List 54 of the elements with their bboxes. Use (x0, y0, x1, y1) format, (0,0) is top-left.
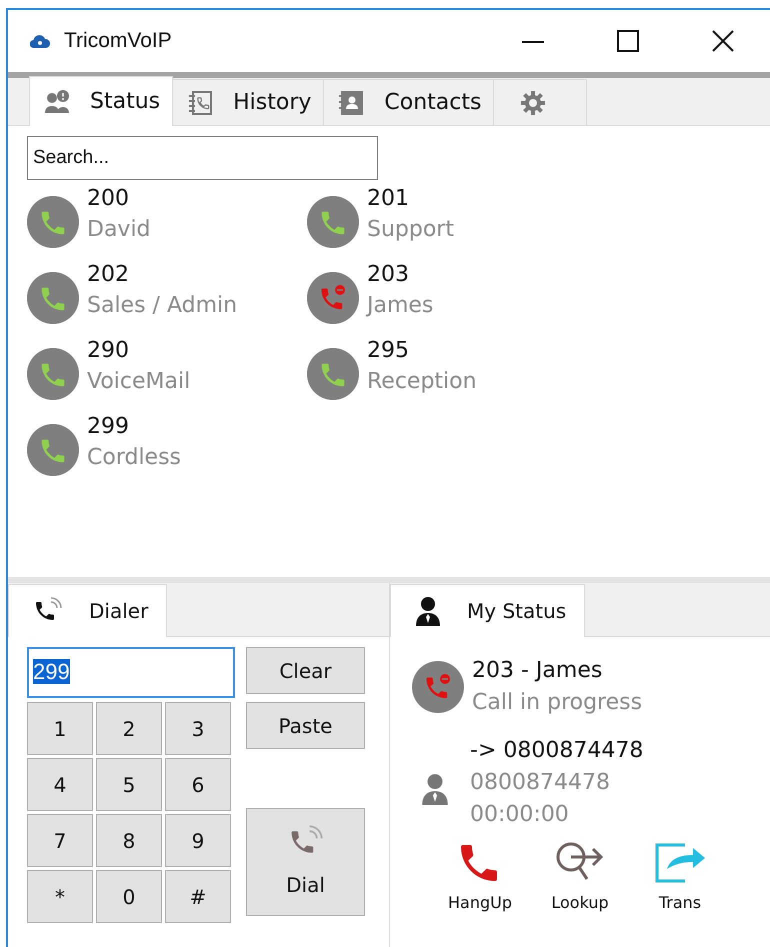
key-button[interactable]: 8 (96, 814, 162, 867)
address-book-icon (338, 90, 364, 116)
extension-name: David (87, 216, 151, 244)
maximize-icon (616, 30, 638, 52)
extension-name: VoiceMail (87, 368, 190, 396)
person-icon (415, 596, 441, 626)
people-icon (44, 88, 70, 114)
key-button[interactable]: * (27, 870, 93, 923)
dialed-number: -> 0800874478 (470, 737, 644, 765)
app-logo-icon (30, 34, 50, 48)
extension-name: James (367, 292, 434, 320)
key-button[interactable]: 0 (96, 870, 162, 923)
dial-button[interactable]: Dial (246, 808, 365, 916)
action-button[interactable]: Paste (246, 702, 365, 749)
action-button[interactable]: Lookup (530, 839, 630, 915)
caller-icon (420, 773, 450, 805)
extension-name: Cordless (87, 444, 182, 472)
key-button[interactable]: 2 (96, 702, 162, 755)
caller-number: 0800874478 (470, 769, 611, 797)
dial-field[interactable]: 299 (27, 647, 235, 698)
key-button[interactable]: 9 (165, 814, 231, 867)
search-field[interactable]: Search... (27, 136, 378, 180)
extension-name: Reception (367, 368, 477, 396)
key-button[interactable]: # (165, 870, 231, 923)
window-title: TricomVoIP (64, 28, 172, 54)
key-button[interactable]: 7 (27, 814, 93, 867)
settings-tab[interactable] (493, 79, 588, 125)
action-button[interactable]: Clear (246, 647, 365, 694)
action-button[interactable]: Trans (630, 839, 730, 915)
settings-icon (520, 90, 546, 116)
close-icon (712, 30, 734, 52)
extension-number: 200 (87, 185, 130, 213)
key-button[interactable]: 4 (27, 758, 93, 811)
key-button[interactable]: 6 (165, 758, 231, 811)
extension-number: 295 (367, 337, 410, 365)
tab[interactable]: My Status (390, 584, 586, 637)
call-log-icon (187, 90, 214, 116)
extension-name: Support (367, 216, 454, 244)
extension-number: 201 (367, 185, 410, 213)
action-button[interactable]: HangUp (430, 839, 530, 915)
key-button[interactable]: 3 (165, 702, 231, 755)
call-duration: 00:00:00 (470, 801, 570, 829)
extension-name: Sales / Admin (87, 292, 238, 320)
tab[interactable]: Dialer (8, 584, 168, 637)
call-state: Call in progress (472, 689, 642, 717)
extension-number: 203 (367, 261, 410, 289)
call-extension: 203 - James (472, 657, 604, 685)
key-button[interactable]: 5 (96, 758, 162, 811)
extension-number: 290 (87, 337, 130, 365)
minimize-icon (520, 41, 544, 43)
extension-number: 202 (87, 261, 130, 289)
tab[interactable]: Status (29, 76, 174, 126)
extension-number: 299 (87, 413, 130, 441)
key-button[interactable]: 1 (27, 702, 93, 755)
